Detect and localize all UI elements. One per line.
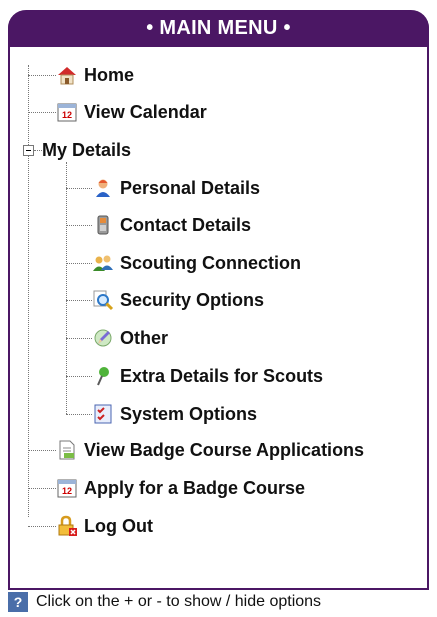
menu-item-log-out[interactable]: Log Out bbox=[56, 513, 153, 539]
person-icon bbox=[92, 177, 114, 199]
lock-icon bbox=[56, 515, 78, 537]
menu-item-other[interactable]: Other bbox=[92, 325, 168, 351]
svg-text:12: 12 bbox=[62, 486, 72, 496]
menu-item-extra-details[interactable]: Extra Details for Scouts bbox=[92, 363, 323, 389]
menu-item-label: Other bbox=[120, 327, 169, 348]
menu-item-label: View Badge Course Applications bbox=[84, 439, 365, 460]
help-hint-text: Click on the + or - to show / hide optio… bbox=[36, 592, 322, 610]
menu-item-personal-details[interactable]: Personal Details bbox=[92, 175, 260, 201]
calendar-icon: 12 bbox=[56, 101, 78, 123]
menu-item-system-options[interactable]: System Options bbox=[92, 401, 257, 427]
main-menu-title: • MAIN MENU • bbox=[8, 10, 429, 47]
tree-line bbox=[28, 112, 56, 113]
tree-line bbox=[28, 450, 56, 451]
help-footer: ? Click on the + or - to show / hide opt… bbox=[8, 591, 429, 612]
menu-item-home[interactable]: Home bbox=[56, 62, 134, 88]
tree-line bbox=[66, 263, 92, 264]
menu-item-view-badge-applications[interactable]: View Badge Course Applications bbox=[56, 437, 364, 463]
tree-line bbox=[66, 188, 92, 189]
main-menu-panel: • MAIN MENU • Home 12 View Calendar My D… bbox=[8, 10, 429, 590]
svg-text:?: ? bbox=[14, 594, 23, 610]
tree-line bbox=[66, 414, 92, 415]
pin-icon bbox=[92, 365, 114, 387]
menu-item-label: My Details bbox=[42, 139, 132, 160]
menu-item-label: Security Options bbox=[120, 289, 265, 310]
calendar-icon: 12 bbox=[56, 477, 78, 499]
people-group-icon bbox=[92, 252, 114, 274]
svg-text:12: 12 bbox=[62, 110, 72, 120]
menu-item-label: Personal Details bbox=[120, 177, 261, 198]
tree-line bbox=[28, 488, 56, 489]
menu-item-scouting-connection[interactable]: Scouting Connection bbox=[92, 250, 301, 276]
menu-item-label: System Options bbox=[120, 403, 258, 424]
tree-line bbox=[66, 300, 92, 301]
menu-item-label: Extra Details for Scouts bbox=[120, 365, 324, 386]
tree-line bbox=[28, 75, 56, 76]
menu-item-apply-badge-course[interactable]: 12 Apply for a Badge Course bbox=[56, 475, 305, 501]
menu-item-label: View Calendar bbox=[84, 101, 207, 122]
menu-item-label: Home bbox=[84, 64, 135, 85]
menu-item-contact-details[interactable]: Contact Details bbox=[92, 212, 251, 238]
menu-item-label: Scouting Connection bbox=[120, 252, 301, 273]
tree-line bbox=[66, 225, 92, 226]
menu-item-security-options[interactable]: Security Options bbox=[92, 287, 264, 313]
menu-item-view-calendar[interactable]: 12 View Calendar bbox=[56, 99, 207, 125]
menu-item-label: Contact Details bbox=[120, 214, 252, 235]
document-icon bbox=[56, 439, 78, 461]
pencil-icon bbox=[92, 327, 114, 349]
tree-line bbox=[66, 376, 92, 377]
tree-line bbox=[28, 526, 56, 527]
menu-item-label: Log Out bbox=[84, 515, 153, 536]
menu-item-label: Apply for a Badge Course bbox=[84, 477, 306, 498]
checklist-icon bbox=[92, 403, 114, 425]
tree-line bbox=[66, 338, 92, 339]
home-icon bbox=[56, 64, 78, 86]
help-icon: ? bbox=[8, 591, 28, 612]
menu-item-my-details[interactable]: My Details bbox=[42, 137, 131, 163]
phone-icon bbox=[92, 214, 114, 236]
magnifier-icon bbox=[92, 289, 114, 311]
my-details-collapse-toggle[interactable] bbox=[23, 145, 34, 156]
tree-line bbox=[34, 150, 42, 151]
